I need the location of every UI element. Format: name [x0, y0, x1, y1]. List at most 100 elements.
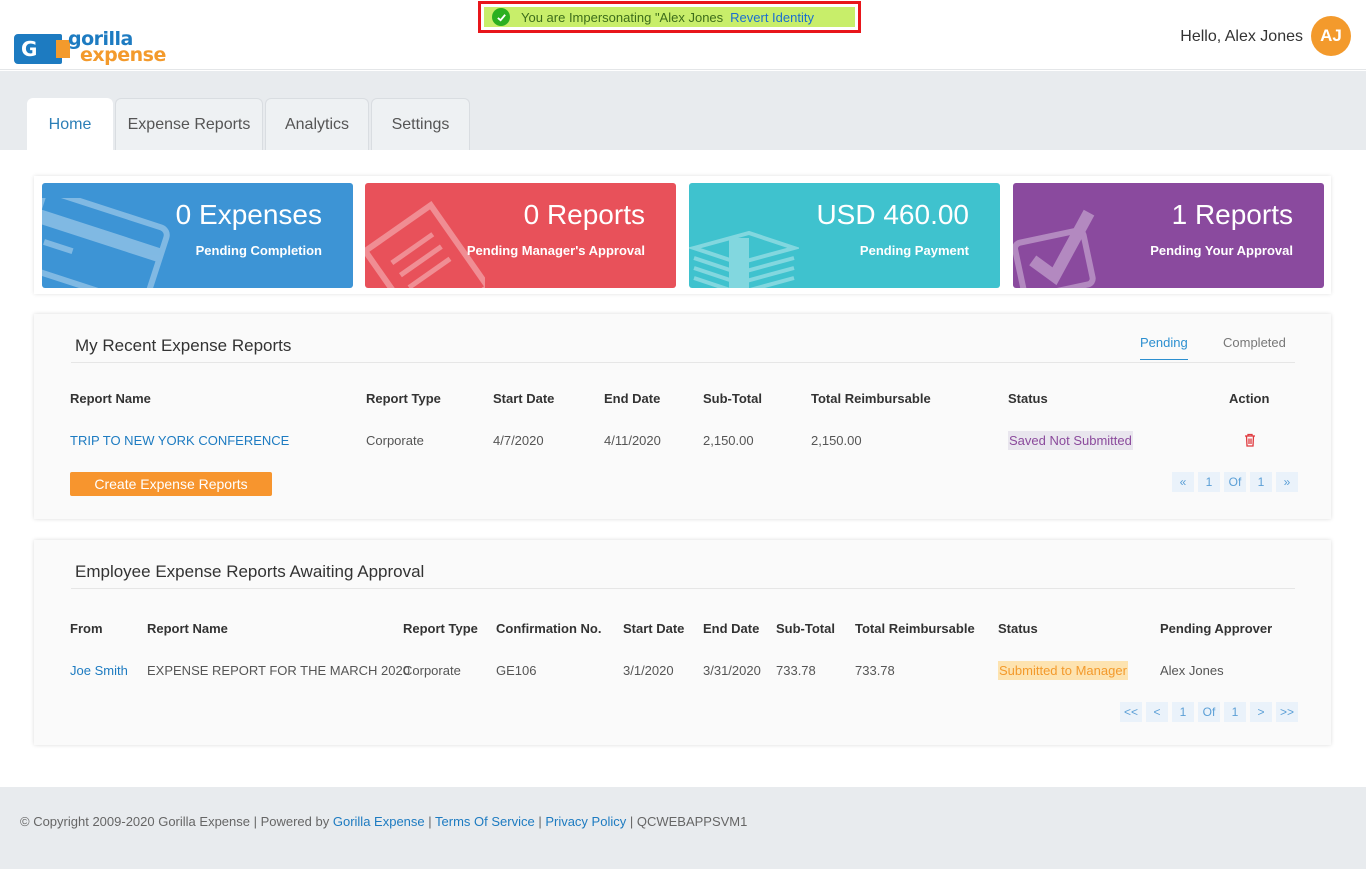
stat-label: Pending Your Approval — [1150, 243, 1293, 258]
col-sub-total: Sub-Total — [703, 391, 762, 406]
top-header: G gorilla expense You are Impersonating … — [0, 0, 1366, 70]
col-from: From — [70, 621, 103, 636]
revert-identity-link[interactable]: Revert Identity — [730, 10, 814, 25]
recent-reports-title: My Recent Expense Reports — [75, 336, 292, 355]
pager-page[interactable]: 1 — [1198, 472, 1220, 492]
pager-total: 1 — [1224, 702, 1247, 722]
col-start-date: Start Date — [493, 391, 555, 406]
trash-icon[interactable] — [1244, 433, 1256, 447]
pager-first[interactable]: << — [1120, 702, 1143, 722]
stat-label: Pending Payment — [859, 243, 969, 258]
col-action: Action — [1229, 391, 1270, 406]
check-circle-icon — [492, 8, 510, 26]
stat-value: 0 Reports — [523, 199, 645, 230]
stat-value: USD 460.00 — [816, 199, 969, 230]
status-badge: Submitted to Manager — [998, 661, 1128, 680]
privacy-policy-link[interactable]: Privacy Policy — [545, 814, 626, 829]
stat-card-manager-approval[interactable]: 0 Reports Pending Manager's Approval — [365, 183, 676, 288]
pager-total: 1 — [1250, 472, 1272, 492]
stat-card-your-approval[interactable]: 1 Reports Pending Your Approval — [1013, 183, 1324, 288]
col-status: Status — [998, 621, 1038, 636]
pager-prev[interactable]: < — [1146, 702, 1169, 722]
tab-analytics[interactable]: Analytics — [265, 98, 369, 150]
stat-card-pending-payment[interactable]: USD 460.00 Pending Payment — [689, 183, 1000, 288]
col-report-name: Report Name — [70, 391, 151, 406]
stat-label: Pending Completion — [195, 243, 322, 258]
pager-of: Of — [1224, 472, 1246, 492]
footer-separator: | — [424, 814, 436, 829]
tab-home[interactable]: Home — [27, 98, 113, 150]
stat-card-expenses[interactable]: 0 Expenses Pending Completion — [42, 183, 353, 288]
greeting-text: Hello, Alex Jones — [1180, 28, 1303, 45]
footer-separator: | — [534, 814, 546, 829]
stats-summary: 0 Expenses Pending Completion 0 Reports … — [34, 176, 1331, 294]
page-footer: © Copyright 2009-2020 Gorilla Expense | … — [0, 787, 1366, 869]
gorilla-expense-logo[interactable]: G gorilla expense — [14, 28, 166, 70]
col-total-reimbursable: Total Reimbursable — [855, 621, 975, 636]
stat-value: 1 Reports — [1171, 199, 1293, 230]
impersonation-text: You are Impersonating "Alex Jones — [521, 9, 724, 25]
panel-divider — [71, 588, 1295, 589]
impersonation-banner-inner: You are Impersonating "Alex Jones Revert… — [484, 7, 855, 27]
end-date: 3/31/2020 — [703, 663, 761, 678]
tab-settings[interactable]: Settings — [371, 98, 470, 150]
col-sub-total: Sub-Total — [776, 621, 835, 636]
checkbox-icon — [1013, 209, 1096, 288]
logo-mark: G — [14, 34, 70, 64]
panel-divider — [71, 362, 1295, 363]
col-end-date: End Date — [703, 621, 760, 636]
create-expense-reports-button[interactable]: Create Expense Reports — [70, 472, 272, 496]
report-name-link[interactable]: TRIP TO NEW YORK CONFERENCE — [70, 433, 289, 448]
pager-first[interactable]: « — [1172, 472, 1194, 492]
credit-card-icon — [42, 198, 170, 288]
total-reimbursable: 2,150.00 — [811, 433, 862, 448]
start-date: 3/1/2020 — [623, 663, 674, 678]
report-name[interactable]: EXPENSE REPORT FOR THE MARCH 2020 — [147, 663, 410, 678]
user-avatar[interactable]: AJ — [1311, 16, 1351, 56]
cash-stack-icon — [689, 230, 799, 288]
pending-approver: Alex Jones — [1160, 663, 1224, 678]
awaiting-pagination: << < 1 Of 1 > >> — [1120, 702, 1299, 722]
col-pending-approver: Pending Approver — [1160, 621, 1273, 636]
copyright-text: © Copyright 2009-2020 Gorilla Expense | … — [20, 814, 333, 829]
logo-text-expense: expense — [80, 44, 166, 66]
report-type: Corporate — [366, 433, 424, 448]
col-status: Status — [1008, 391, 1048, 406]
stat-value: 0 Expenses — [175, 199, 322, 230]
start-date: 4/7/2020 — [493, 433, 544, 448]
end-date: 4/11/2020 — [604, 433, 661, 448]
stat-label: Pending Manager's Approval — [466, 243, 645, 258]
powered-by-link[interactable]: Gorilla Expense — [333, 814, 425, 829]
col-report-type: Report Type — [403, 621, 478, 636]
footer-text: © Copyright 2009-2020 Gorilla Expense | … — [20, 814, 747, 829]
col-report-type: Report Type — [366, 391, 441, 406]
pager-next[interactable]: > — [1250, 702, 1273, 722]
subtab-completed[interactable]: Completed — [1223, 335, 1286, 350]
report-type: Corporate — [403, 663, 461, 678]
from-employee-link[interactable]: Joe Smith — [70, 663, 128, 678]
col-start-date: Start Date — [623, 621, 685, 636]
awaiting-approval-panel: Employee Expense Reports Awaiting Approv… — [34, 540, 1331, 745]
pager-last[interactable]: >> — [1276, 702, 1299, 722]
col-total-reimbursable: Total Reimbursable — [811, 391, 931, 406]
impersonation-banner: You are Impersonating "Alex Jones Revert… — [478, 1, 861, 33]
col-report-name: Report Name — [147, 621, 228, 636]
recent-pagination: « 1 Of 1 » — [1172, 472, 1298, 492]
pager-page[interactable]: 1 — [1172, 702, 1195, 722]
col-confirmation-no: Confirmation No. — [496, 621, 602, 636]
pager-of: Of — [1198, 702, 1221, 722]
sub-total: 2,150.00 — [703, 433, 754, 448]
confirmation-no: GE106 — [496, 663, 537, 678]
tab-expense-reports[interactable]: Expense Reports — [115, 98, 263, 150]
awaiting-approval-title: Employee Expense Reports Awaiting Approv… — [75, 562, 425, 581]
main-nav-tabs: Home Expense Reports Analytics Settings — [0, 71, 1366, 150]
terms-of-service-link[interactable]: Terms Of Service — [435, 814, 535, 829]
server-name: | QCWEBAPPSVM1 — [626, 814, 748, 829]
status-badge: Saved Not Submitted — [1008, 431, 1133, 450]
sub-total: 733.78 — [776, 663, 816, 678]
col-end-date: End Date — [604, 391, 661, 406]
subtab-pending[interactable]: Pending — [1140, 335, 1188, 360]
total-reimbursable: 733.78 — [855, 663, 895, 678]
recent-reports-panel: My Recent Expense Reports Pending Comple… — [34, 314, 1331, 519]
pager-last[interactable]: » — [1276, 472, 1298, 492]
